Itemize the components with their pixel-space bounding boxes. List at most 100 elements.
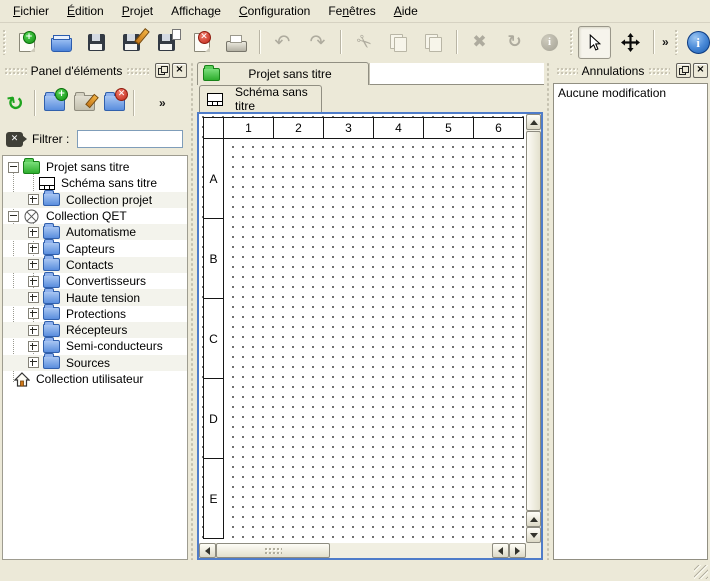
rotate-button[interactable]: ↻ (499, 27, 530, 58)
undo-button[interactable]: ↶ (267, 27, 298, 58)
tree-item-sources[interactable]: Sources (3, 355, 187, 371)
expand-expander[interactable] (28, 357, 39, 368)
undo-history-list[interactable]: Aucune modification (553, 83, 708, 560)
scroll-up-button[interactable] (526, 511, 541, 527)
expand-expander[interactable] (28, 259, 39, 270)
expand-expander[interactable] (28, 292, 39, 303)
float-panel-button[interactable] (676, 63, 691, 78)
rotate-icon: ↻ (507, 32, 521, 52)
menu-fichier[interactable]: Fichier (4, 0, 58, 22)
tree-item-contacts[interactable]: Contacts (3, 257, 187, 273)
delete-category-button[interactable]: ✕ (99, 88, 129, 118)
panel-overflow-chevron[interactable]: » (156, 96, 169, 110)
expand-expander[interactable] (28, 194, 39, 205)
undo-panel-titlebar[interactable]: Annulations × (552, 62, 710, 79)
scroll-up-button[interactable] (526, 114, 541, 130)
tree-item-collection-utilisateur[interactable]: Collection utilisateur (3, 371, 187, 387)
edit-category-button[interactable] (69, 88, 99, 118)
close-panel-button[interactable]: × (693, 63, 708, 78)
diagram-tab[interactable]: Schéma sans titre (199, 85, 322, 112)
menu-fenetres[interactable]: Fenêtres (319, 0, 384, 22)
cut-button[interactable]: ✂ (348, 27, 379, 58)
diagram-icon (38, 176, 55, 191)
expand-expander[interactable] (28, 276, 39, 287)
save-all-button[interactable] (151, 27, 182, 58)
clear-filter-button[interactable]: ✕ (6, 132, 23, 147)
new-document-button[interactable]: + (11, 27, 42, 58)
tree-item-projet-sans-titre[interactable]: Projet sans titre (3, 159, 187, 175)
tree-item-protections[interactable]: Protections (3, 306, 187, 322)
horizontal-scrollbar[interactable] (199, 543, 526, 558)
tree-item-collection-qet[interactable]: Collection QET (3, 208, 187, 224)
vertical-scroll-thumb[interactable] (526, 131, 541, 511)
toolbar-overflow-chevron[interactable]: » (659, 35, 672, 49)
about-button[interactable]: i (683, 27, 710, 58)
element-info-icon: i (541, 34, 558, 51)
close-panel-button[interactable]: × (172, 63, 187, 78)
toolbar-drag-handle[interactable] (674, 29, 679, 55)
reload-collections-button[interactable]: ↻ (0, 88, 30, 118)
left-splitter[interactable] (190, 62, 195, 560)
delete-button[interactable]: ✖ (464, 27, 495, 58)
grid-corner-cell (203, 117, 224, 139)
scroll-down-button[interactable] (526, 527, 541, 543)
save-button[interactable] (81, 27, 112, 58)
menu-projet[interactable]: Projet (113, 0, 162, 22)
titlebar-texture (556, 67, 578, 75)
pan-view-button[interactable] (615, 27, 646, 58)
grid-row-header: E (203, 458, 224, 539)
tree-item-schema-sans-titre[interactable]: Schéma sans titre (3, 175, 187, 191)
expand-expander[interactable] (28, 325, 39, 336)
close-document-button[interactable]: ✕ (186, 27, 217, 58)
new-category-button[interactable]: + (39, 88, 69, 118)
tree-item-automatisme[interactable]: Automatisme (3, 224, 187, 240)
print-icon (226, 41, 247, 52)
expand-expander[interactable] (28, 308, 39, 319)
folder-icon (43, 306, 60, 321)
diagram-canvas[interactable]: 1 2 3 4 5 6 A B C D E (199, 114, 526, 543)
copy-button[interactable] (383, 27, 414, 58)
select-tool-button[interactable] (578, 26, 611, 59)
tree-item-collection-projet[interactable]: Collection projet (3, 192, 187, 208)
collapse-expander[interactable] (8, 162, 19, 173)
menu-edition[interactable]: Édition (58, 0, 113, 22)
expand-expander[interactable] (28, 341, 39, 352)
expand-expander[interactable] (28, 227, 39, 238)
paste-button[interactable] (418, 27, 449, 58)
element-info-button[interactable]: i (534, 27, 565, 58)
redo-button[interactable]: ↷ (302, 27, 333, 58)
toolbar-drag-handle[interactable] (2, 29, 7, 55)
grid-row-header: B (203, 218, 224, 299)
horizontal-scroll-thumb[interactable] (216, 543, 330, 558)
open-document-button[interactable] (46, 27, 77, 58)
toolbar-drag-handle[interactable] (569, 29, 574, 55)
project-window-tab[interactable]: Projet sans titre (197, 62, 369, 85)
scroll-left-button[interactable] (492, 543, 509, 558)
menu-configuration[interactable]: Configuration (230, 0, 319, 22)
tree-item-semi-conducteurs[interactable]: Semi-conducteurs (3, 338, 187, 354)
elements-panel-titlebar[interactable]: Panel d'éléments × (0, 62, 190, 79)
window-resize-grip[interactable] (694, 565, 708, 579)
save-as-button[interactable] (116, 27, 147, 58)
print-button[interactable] (221, 27, 252, 58)
tree-item-recepteurs[interactable]: Récepteurs (3, 322, 187, 338)
collapse-expander[interactable] (8, 211, 19, 222)
tree-item-convertisseurs[interactable]: Convertisseurs (3, 273, 187, 289)
vertical-scrollbar[interactable] (526, 114, 541, 543)
float-panel-button[interactable] (155, 63, 170, 78)
menu-affichage[interactable]: Affichage (162, 0, 230, 22)
paste-icon (425, 34, 442, 51)
cursor-arrow-icon (586, 34, 603, 51)
menu-aide[interactable]: Aide (385, 0, 427, 22)
scroll-left-button[interactable] (199, 543, 216, 558)
right-splitter[interactable] (546, 62, 551, 560)
undo-list-item[interactable]: Aucune modification (554, 84, 707, 102)
tree-item-haute-tension[interactable]: Haute tension (3, 289, 187, 305)
project-tab-label: Projet sans titre (248, 67, 331, 81)
folder-icon (43, 257, 60, 272)
tree-item-capteurs[interactable]: Capteurs (3, 240, 187, 256)
scroll-right-button[interactable] (509, 543, 526, 558)
expand-expander[interactable] (28, 243, 39, 254)
scrollbar-corner (526, 543, 541, 558)
filter-input[interactable] (77, 130, 183, 148)
